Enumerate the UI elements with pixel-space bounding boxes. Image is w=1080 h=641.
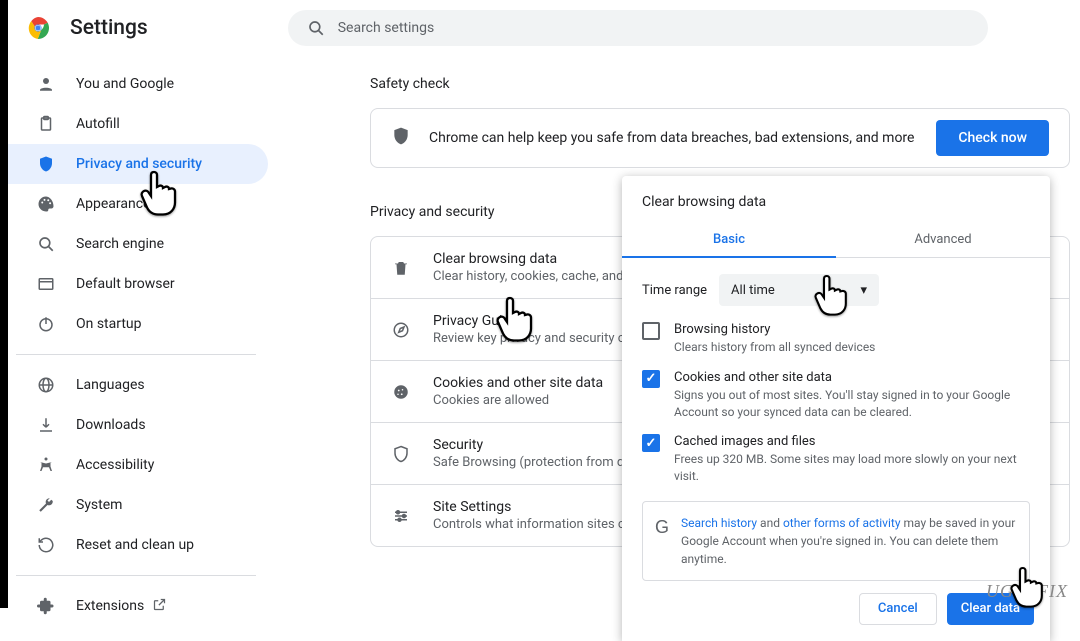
option-title: Cookies and other site data: [674, 370, 1030, 385]
sidebar-item-accessibility[interactable]: Accessibility: [8, 445, 268, 485]
option-subtitle: Frees up 320 MB. Some sites may load mor…: [674, 451, 1030, 485]
google-icon: G: [655, 514, 669, 568]
row-title: Cookies and other site data: [433, 375, 603, 391]
sidebar-item-label: Autofill: [76, 116, 120, 132]
time-range-label: Time range: [642, 283, 707, 298]
sidebar-item-privacy-security[interactable]: Privacy and security: [8, 144, 268, 184]
sidebar: You and Google Autofill Privacy and secu…: [8, 64, 268, 626]
chrome-logo: [26, 16, 50, 40]
accessibility-icon: [36, 455, 56, 475]
check-now-button[interactable]: Check now: [936, 120, 1049, 156]
clipboard-icon: [36, 114, 56, 134]
divider: [16, 575, 256, 576]
sidebar-item-label: You and Google: [76, 76, 174, 92]
sidebar-item-on-startup[interactable]: On startup: [8, 304, 268, 344]
checkbox-browsing-history[interactable]: [642, 322, 660, 340]
sidebar-item-label: Search engine: [76, 236, 164, 252]
tab-basic[interactable]: Basic: [622, 222, 836, 257]
chevron-down-icon: ▾: [861, 283, 868, 298]
cursor-pointer-icon: [140, 168, 184, 224]
sidebar-item-extensions[interactable]: Extensions: [8, 586, 268, 626]
restore-icon: [36, 535, 56, 555]
sidebar-item-downloads[interactable]: Downloads: [8, 405, 268, 445]
sidebar-item-label: Default browser: [76, 276, 175, 292]
cursor-pointer-icon: [814, 272, 854, 324]
option-subtitle: Clears history from all synced devices: [674, 339, 1030, 356]
cursor-pointer-icon: [496, 294, 540, 350]
sidebar-item-label: Accessibility: [76, 457, 154, 473]
cursor-pointer-icon: [1010, 564, 1050, 616]
search-icon: [306, 18, 326, 38]
clear-browsing-data-dialog: Clear browsing data Basic Advanced Time …: [622, 176, 1050, 641]
shield-icon: [36, 154, 56, 174]
other-activity-link[interactable]: other forms of activity: [783, 516, 901, 530]
cancel-button[interactable]: Cancel: [859, 593, 937, 625]
external-link-icon: [152, 597, 167, 616]
sidebar-item-appearance[interactable]: Appearance: [8, 184, 268, 224]
safety-check-heading: Safety check: [370, 76, 1070, 92]
sidebar-item-autofill[interactable]: Autofill: [8, 104, 268, 144]
google-account-info: G Search history and other forms of acti…: [642, 501, 1030, 581]
dialog-title: Clear browsing data: [622, 176, 1050, 222]
sidebar-item-label: Reset and clean up: [76, 537, 194, 553]
search-placeholder: Search settings: [338, 20, 435, 36]
safety-check-card: Chrome can help keep you safe from data …: [370, 108, 1070, 168]
shield-icon: [391, 126, 411, 150]
search-icon: [36, 234, 56, 254]
download-icon: [36, 415, 56, 435]
palette-icon: [36, 194, 56, 214]
page-title: Settings: [70, 16, 148, 40]
shield-outline-icon: [391, 445, 411, 463]
trash-icon: [391, 259, 411, 277]
time-range-value: All time: [731, 283, 775, 298]
checkbox-cached[interactable]: [642, 434, 660, 452]
sidebar-item-label: Downloads: [76, 417, 146, 433]
sidebar-item-label: Extensions: [76, 598, 144, 614]
tab-advanced[interactable]: Advanced: [836, 222, 1050, 257]
sidebar-item-default-browser[interactable]: Default browser: [8, 264, 268, 304]
sidebar-item-label: System: [76, 497, 122, 513]
wrench-icon: [36, 495, 56, 515]
sidebar-item-reset[interactable]: Reset and clean up: [8, 525, 268, 565]
option-title: Cached images and files: [674, 434, 1030, 449]
sidebar-item-you-and-google[interactable]: You and Google: [8, 64, 268, 104]
divider: [16, 354, 256, 355]
sidebar-item-system[interactable]: System: [8, 485, 268, 525]
option-subtitle: Signs you out of most sites. You'll stay…: [674, 387, 1030, 421]
sidebar-item-search-engine[interactable]: Search engine: [8, 224, 268, 264]
safety-check-text: Chrome can help keep you safe from data …: [429, 130, 914, 146]
cookie-icon: [391, 383, 411, 401]
search-history-link[interactable]: Search history: [681, 516, 757, 530]
power-icon: [36, 314, 56, 334]
option-title: Browsing history: [674, 322, 1030, 337]
time-range-select[interactable]: All time ▾: [719, 274, 879, 306]
sidebar-item-label: On startup: [76, 316, 142, 332]
search-settings-input[interactable]: Search settings: [288, 10, 988, 46]
compass-icon: [391, 321, 411, 339]
sidebar-item-label: Languages: [76, 377, 145, 393]
browser-icon: [36, 274, 56, 294]
sidebar-item-languages[interactable]: Languages: [8, 365, 268, 405]
extension-icon: [36, 596, 56, 616]
checkbox-cookies[interactable]: [642, 370, 660, 388]
sliders-icon: [391, 507, 411, 525]
row-subtitle: Cookies are allowed: [433, 393, 603, 408]
globe-icon: [36, 375, 56, 395]
person-icon: [36, 74, 56, 94]
